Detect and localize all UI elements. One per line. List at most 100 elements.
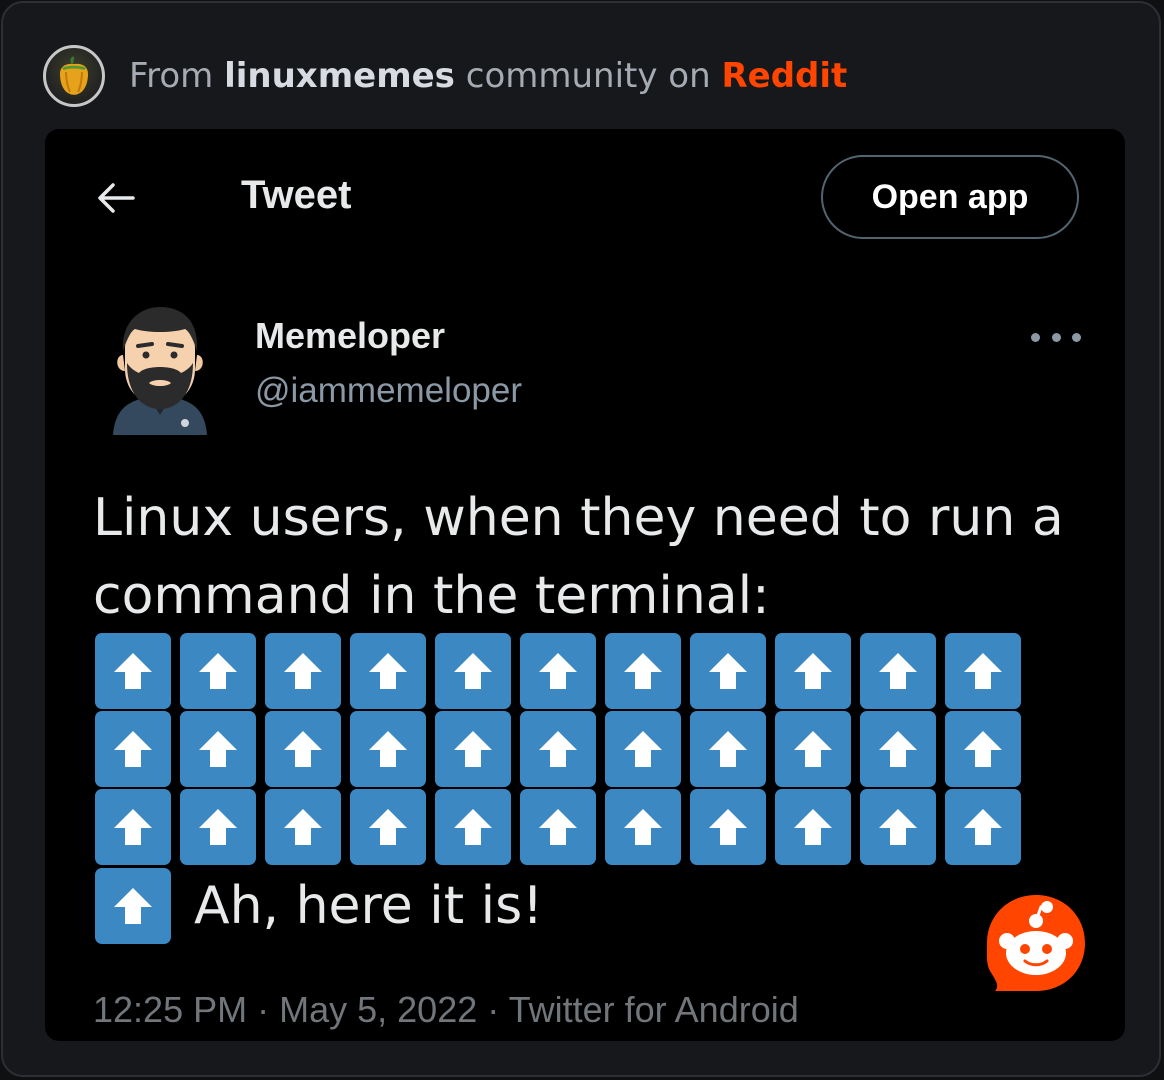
up-arrow-key-emoji xyxy=(435,633,511,709)
up-arrow-key-emoji xyxy=(945,711,1021,787)
up-arrow-key-emoji xyxy=(690,711,766,787)
up-arrow-key-emoji xyxy=(945,633,1021,709)
up-arrow-icon xyxy=(879,809,917,845)
up-arrow-key-emoji xyxy=(520,789,596,865)
emoji-row xyxy=(95,711,1030,789)
up-arrow-icon xyxy=(624,731,662,767)
up-arrow-key-emoji xyxy=(605,711,681,787)
up-arrow-key-emoji xyxy=(520,633,596,709)
source-header: From linuxmemes community on Reddit xyxy=(43,43,847,109)
up-arrow-icon xyxy=(199,653,237,689)
source-prefix: From xyxy=(129,56,214,96)
more-horizontal-icon xyxy=(1051,332,1061,342)
separator: · xyxy=(487,989,500,1030)
page-title: Tweet xyxy=(241,173,352,217)
emoji-grid: Ah, here it is! xyxy=(95,633,1030,945)
more-horizontal-icon xyxy=(1072,332,1081,342)
up-arrow-key-emoji xyxy=(945,789,1021,865)
up-arrow-icon xyxy=(114,888,152,924)
emoji-last-row: Ah, here it is! xyxy=(95,867,1030,945)
author-handle[interactable]: @iammemeloper xyxy=(255,371,522,411)
tweet-client: Twitter for Android xyxy=(508,989,799,1030)
tweet-time[interactable]: 12:25 PM xyxy=(93,989,247,1030)
tweet-punchline: Ah, here it is! xyxy=(194,876,544,936)
up-arrow-key-emoji xyxy=(350,633,426,709)
up-arrow-icon xyxy=(369,731,407,767)
up-arrow-icon xyxy=(709,809,747,845)
up-arrow-key-emoji xyxy=(95,711,171,787)
up-arrow-icon xyxy=(539,809,577,845)
bearded-man-avatar xyxy=(113,307,207,435)
up-arrow-key-emoji xyxy=(350,789,426,865)
up-arrow-key-emoji xyxy=(180,633,256,709)
up-arrow-key-emoji xyxy=(690,633,766,709)
up-arrow-key-emoji xyxy=(775,711,851,787)
up-arrow-key-emoji xyxy=(180,789,256,865)
up-arrow-key-emoji xyxy=(265,633,341,709)
tweet-date[interactable]: May 5, 2022 xyxy=(279,989,477,1030)
arrow-left-icon xyxy=(98,183,135,213)
bell-pepper-icon xyxy=(60,56,88,95)
up-arrow-icon xyxy=(879,653,917,689)
up-arrow-key-emoji xyxy=(265,711,341,787)
back-button[interactable] xyxy=(93,175,139,221)
up-arrow-key-emoji xyxy=(775,633,851,709)
up-arrow-icon xyxy=(454,653,492,689)
up-arrow-icon xyxy=(964,731,1002,767)
up-arrow-key-emoji xyxy=(265,789,341,865)
up-arrow-icon xyxy=(879,731,917,767)
up-arrow-key-emoji xyxy=(775,789,851,865)
up-arrow-icon xyxy=(964,809,1002,845)
author-avatar[interactable] xyxy=(105,299,215,435)
up-arrow-icon xyxy=(709,653,747,689)
open-app-button[interactable]: Open app xyxy=(821,155,1079,239)
up-arrow-icon xyxy=(794,731,832,767)
up-arrow-key-emoji xyxy=(605,789,681,865)
up-arrow-icon xyxy=(114,731,152,767)
source-caption: From linuxmemes community on Reddit xyxy=(129,56,847,96)
author-name[interactable]: Memeloper xyxy=(255,315,445,357)
up-arrow-icon xyxy=(454,809,492,845)
up-arrow-key-emoji xyxy=(860,789,936,865)
reddit-share-card: From linuxmemes community on Reddit Twee… xyxy=(1,1,1161,1077)
up-arrow-key-emoji xyxy=(860,633,936,709)
more-options-button[interactable] xyxy=(1031,325,1081,349)
up-arrow-key-emoji xyxy=(605,633,681,709)
up-arrow-icon xyxy=(624,653,662,689)
up-arrow-icon xyxy=(709,731,747,767)
tweet-text: Linux users, when they need to run a com… xyxy=(93,488,1064,626)
up-arrow-icon xyxy=(114,809,152,845)
community-link[interactable]: linuxmemes xyxy=(224,56,455,96)
up-arrow-icon xyxy=(199,809,237,845)
community-avatar[interactable] xyxy=(43,45,105,107)
reddit-link[interactable]: Reddit xyxy=(721,56,847,96)
tweet-timestamp: 12:25 PM · May 5, 2022 · Twitter for And… xyxy=(93,989,799,1031)
separator: · xyxy=(257,989,270,1030)
up-arrow-icon xyxy=(454,731,492,767)
up-arrow-key-emoji xyxy=(95,633,171,709)
up-arrow-icon xyxy=(964,653,1002,689)
up-arrow-icon xyxy=(199,731,237,767)
reddit-badge xyxy=(981,891,1091,1003)
up-arrow-key-emoji xyxy=(690,789,766,865)
reddit-snoo-icon xyxy=(986,895,1085,991)
up-arrow-icon xyxy=(539,653,577,689)
up-arrow-key-emoji xyxy=(95,868,171,944)
up-arrow-key-emoji xyxy=(435,711,511,787)
up-arrow-icon xyxy=(794,809,832,845)
up-arrow-key-emoji xyxy=(860,711,936,787)
more-horizontal-icon xyxy=(1031,332,1040,342)
up-arrow-icon xyxy=(624,809,662,845)
up-arrow-icon xyxy=(794,653,832,689)
up-arrow-icon xyxy=(284,809,322,845)
up-arrow-icon xyxy=(539,731,577,767)
up-arrow-icon xyxy=(369,653,407,689)
tweet-screenshot: Tweet Open app Memeloper @iammemeloper L… xyxy=(45,129,1125,1041)
up-arrow-key-emoji xyxy=(435,789,511,865)
up-arrow-key-emoji xyxy=(95,789,171,865)
up-arrow-key-emoji xyxy=(350,711,426,787)
up-arrow-key-emoji xyxy=(520,711,596,787)
up-arrow-icon xyxy=(369,809,407,845)
up-arrow-icon xyxy=(284,731,322,767)
emoji-row xyxy=(95,633,1030,711)
